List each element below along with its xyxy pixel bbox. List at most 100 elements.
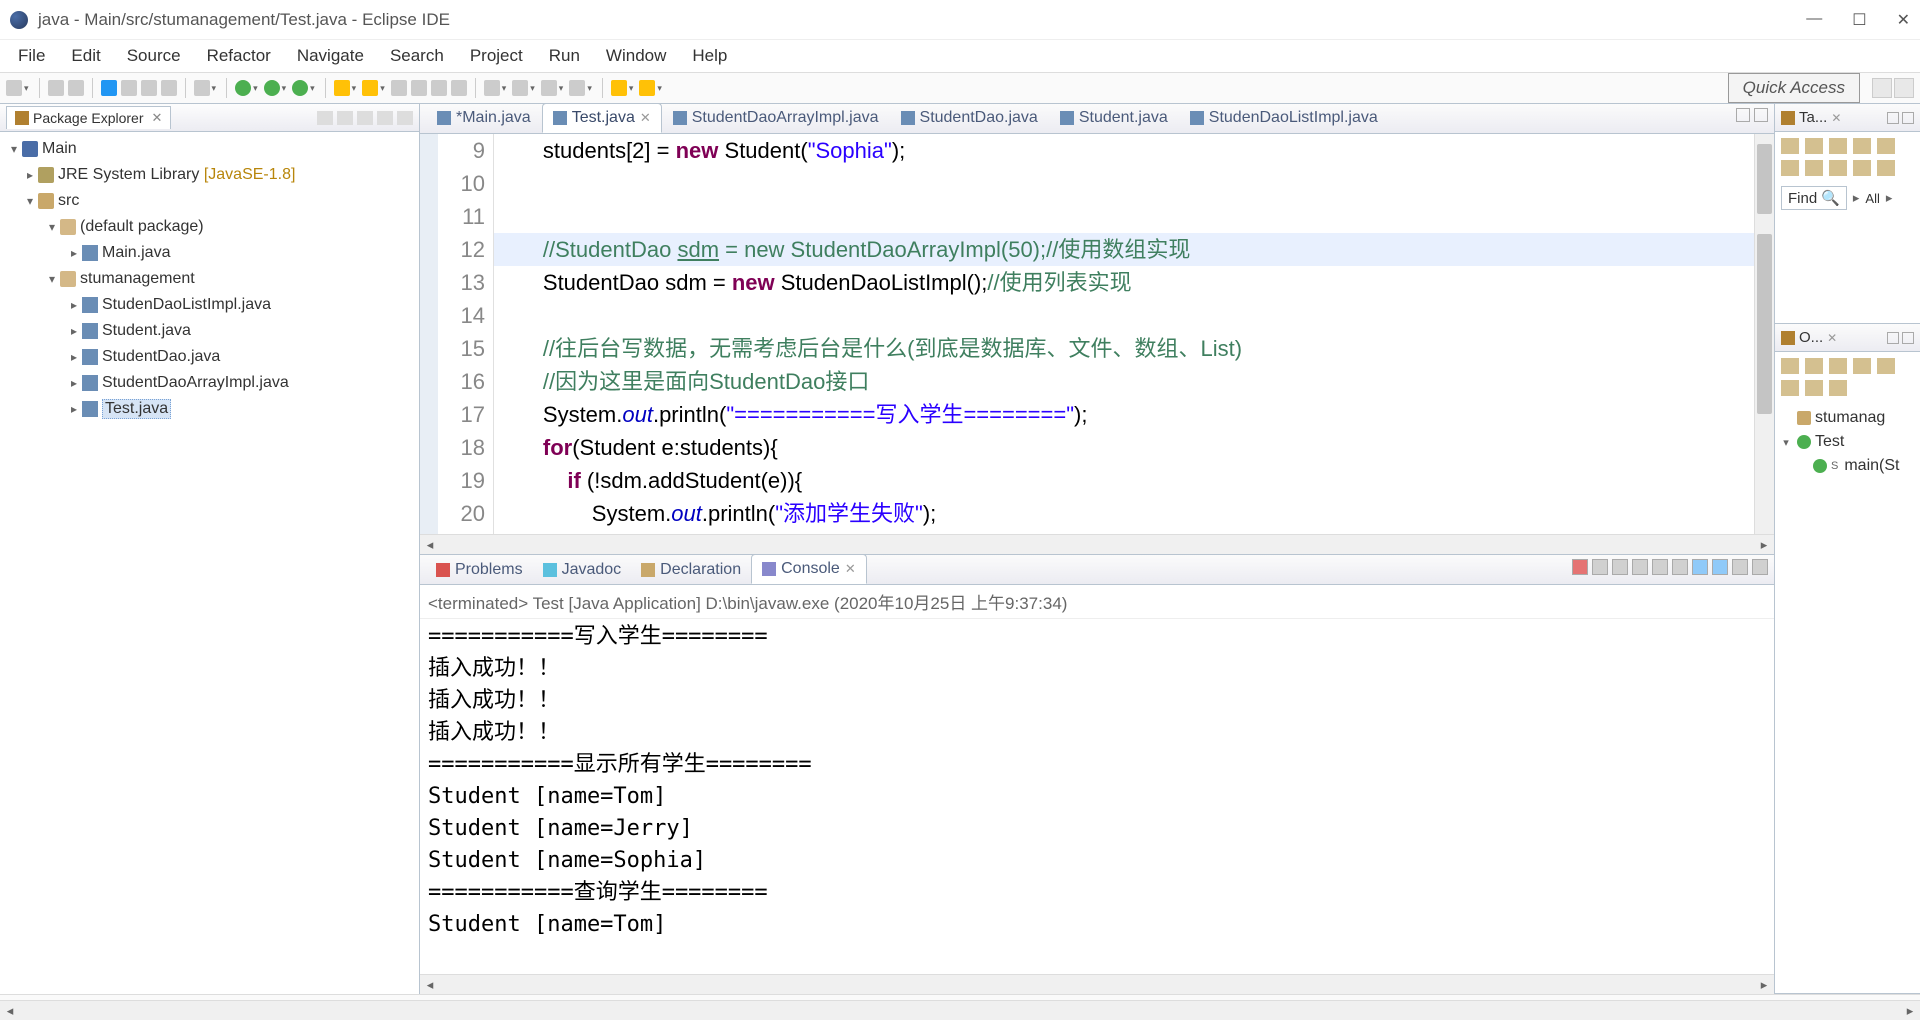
tool-icon[interactable] — [194, 80, 210, 96]
tool-icon[interactable] — [1805, 380, 1823, 396]
tree-file[interactable]: ▸StudenDaoListImpl.java — [0, 292, 419, 318]
all-filter[interactable]: All — [1865, 191, 1879, 206]
new-package-icon[interactable] — [362, 80, 378, 96]
tool-icon[interactable] — [1853, 138, 1871, 154]
tool-icon[interactable] — [1805, 358, 1823, 374]
maximize-icon[interactable] — [1754, 108, 1768, 122]
tool-icon[interactable] — [1781, 160, 1799, 176]
tool-icon[interactable] — [1781, 358, 1799, 374]
tool-icon[interactable] — [1853, 160, 1871, 176]
menu-window[interactable]: Window — [594, 42, 678, 70]
debug-icon[interactable] — [101, 80, 117, 96]
menu-run[interactable]: Run — [537, 42, 592, 70]
code-editor[interactable]: students[2] = new Student("Sophia"); //S… — [494, 134, 1754, 534]
java-perspective-button[interactable] — [1894, 78, 1914, 98]
close-icon[interactable]: ✕ — [1831, 111, 1841, 125]
minimize-icon[interactable] — [1887, 112, 1899, 124]
tree-file[interactable]: ▸StudentDaoArrayImpl.java — [0, 370, 419, 396]
open-console-icon[interactable] — [1712, 559, 1728, 575]
maximize-button[interactable]: ☐ — [1852, 10, 1866, 30]
view-menu-icon[interactable] — [357, 111, 373, 125]
tool-icon[interactable] — [1877, 358, 1895, 374]
outline-tree[interactable]: stumanag ▾Test Smain(St — [1775, 402, 1920, 482]
tool-icon[interactable] — [1853, 358, 1871, 374]
vertical-scrollbar[interactable] — [1754, 134, 1774, 534]
run-icon[interactable] — [235, 80, 251, 96]
maximize-icon[interactable] — [397, 111, 413, 125]
editor-area[interactable]: 91011121314151617181920 students[2] = ne… — [420, 134, 1774, 534]
minimize-icon[interactable] — [1732, 559, 1748, 575]
bottom-tab-problems[interactable]: Problems — [426, 556, 533, 584]
perspective-button[interactable] — [1872, 78, 1892, 98]
menu-project[interactable]: Project — [458, 42, 535, 70]
menu-file[interactable]: File — [6, 42, 57, 70]
save-all-icon[interactable] — [68, 80, 84, 96]
new-icon[interactable] — [6, 80, 22, 96]
forward-icon[interactable] — [639, 80, 655, 96]
tool-icon[interactable] — [484, 80, 500, 96]
tree-file[interactable]: ▸StudentDao.java — [0, 344, 419, 370]
collapse-all-icon[interactable] — [317, 111, 333, 125]
pin-console-icon[interactable] — [1672, 559, 1688, 575]
tool-icon[interactable] — [411, 80, 427, 96]
editor-tab[interactable]: StudentDaoArrayImpl.java — [662, 103, 890, 133]
menu-search[interactable]: Search — [378, 42, 456, 70]
terminate-icon[interactable] — [1572, 559, 1588, 575]
tool-icon[interactable] — [121, 80, 137, 96]
menu-help[interactable]: Help — [680, 42, 739, 70]
scroll-lock-icon[interactable] — [1652, 559, 1668, 575]
package-explorer-tree[interactable]: ▾Main ▸JRE System Library [JavaSE-1.8] ▾… — [0, 132, 419, 994]
bottom-tab-javadoc[interactable]: Javadoc — [533, 556, 632, 584]
tool-icon[interactable] — [1877, 160, 1895, 176]
editor-tab[interactable]: StudenDaoListImpl.java — [1179, 103, 1389, 133]
display-console-icon[interactable] — [1692, 559, 1708, 575]
editor-tab[interactable]: *Main.java — [426, 103, 542, 133]
clear-console-icon[interactable] — [1632, 559, 1648, 575]
close-icon[interactable]: ✕ — [640, 110, 651, 126]
menu-navigate[interactable]: Navigate — [285, 42, 376, 70]
maximize-icon[interactable] — [1902, 112, 1914, 124]
editor-tab[interactable]: Test.java✕ — [542, 103, 662, 133]
minimize-icon[interactable] — [1736, 108, 1750, 122]
tool-icon[interactable] — [541, 80, 557, 96]
tool-icon[interactable] — [1829, 358, 1847, 374]
maximize-icon[interactable] — [1752, 559, 1768, 575]
tool-icon[interactable] — [1829, 380, 1847, 396]
quick-access[interactable]: Quick Access — [1728, 73, 1860, 103]
close-icon[interactable]: ✕ — [152, 110, 163, 126]
tree-file[interactable]: ▸Student.java — [0, 318, 419, 344]
tool-icon[interactable] — [1829, 138, 1847, 154]
tool-icon[interactable] — [569, 80, 585, 96]
outline-scrollbar[interactable]: ◂▸ — [0, 1000, 1920, 1020]
tool-icon[interactable] — [1829, 160, 1847, 176]
close-button[interactable]: ✕ — [1897, 10, 1910, 30]
minimize-button[interactable]: — — [1806, 10, 1822, 30]
close-icon[interactable]: ✕ — [845, 561, 856, 577]
minimize-icon[interactable] — [1887, 332, 1899, 344]
tool-icon[interactable] — [512, 80, 528, 96]
run-icon[interactable] — [264, 80, 280, 96]
tool-icon[interactable] — [1805, 160, 1823, 176]
save-icon[interactable] — [48, 80, 64, 96]
minimize-icon[interactable] — [377, 111, 393, 125]
tool-icon[interactable] — [161, 80, 177, 96]
search-icon[interactable] — [451, 80, 467, 96]
tool-icon[interactable] — [431, 80, 447, 96]
coverage-icon[interactable] — [292, 80, 308, 96]
editor-tab[interactable]: StudentDao.java — [890, 103, 1049, 133]
tool-icon[interactable] — [1781, 138, 1799, 154]
package-explorer-tab[interactable]: Package Explorer ✕ — [6, 106, 171, 129]
horizontal-scrollbar[interactable]: ◂▸ — [420, 534, 1774, 554]
find-input[interactable]: Find🔍 — [1781, 186, 1847, 210]
menu-edit[interactable]: Edit — [59, 42, 112, 70]
console-scrollbar[interactable]: ◂▸ — [420, 974, 1774, 994]
back-icon[interactable] — [611, 80, 627, 96]
menu-source[interactable]: Source — [115, 42, 193, 70]
remove-launch-icon[interactable] — [1592, 559, 1608, 575]
link-editor-icon[interactable] — [337, 111, 353, 125]
bottom-tab-declaration[interactable]: Declaration — [631, 556, 751, 584]
remove-all-icon[interactable] — [1612, 559, 1628, 575]
bottom-tab-console[interactable]: Console✕ — [751, 554, 867, 584]
close-icon[interactable]: ✕ — [1827, 331, 1837, 345]
tool-icon[interactable] — [141, 80, 157, 96]
